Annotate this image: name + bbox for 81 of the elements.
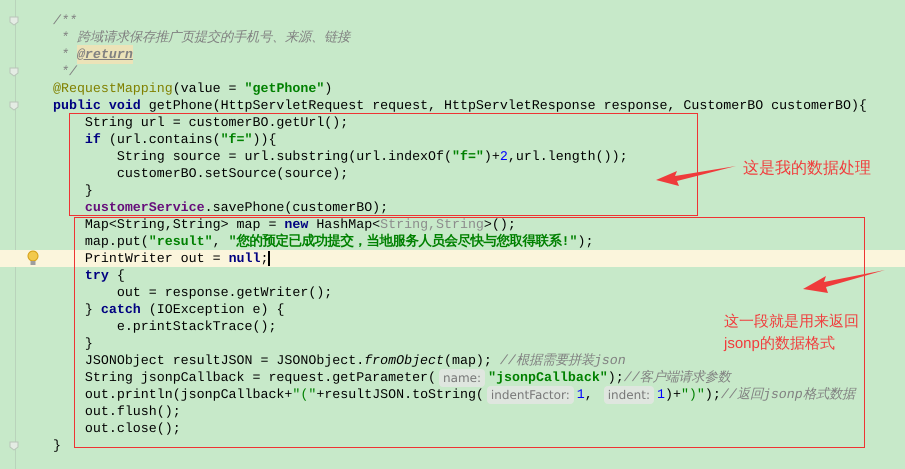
code-token: ; — [260, 250, 268, 268]
annotation-note: 这一段就是用来返回jsonp的数据格式 — [724, 312, 860, 354]
code-token: ,url.length()); — [508, 148, 628, 166]
code-token: } — [84, 334, 93, 353]
code-comment: */ — [60, 62, 77, 81]
code-token: getPhone(HttpServletRequest request, HttpServletResponse response, CustomerBO customerBO){ — [148, 96, 867, 115]
code-token: "您的预定已成功提交，当地服务人员会尽快与您取得联系!" — [228, 232, 578, 251]
code-token: e.printStackTrace(); — [116, 318, 276, 336]
code-token: 1 — [657, 386, 665, 404]
code-token: customerService — [84, 198, 205, 217]
code-token: PrintWriter out = — [84, 250, 222, 268]
code-token: ")" — [680, 386, 705, 404]
code-token: , — [212, 232, 222, 251]
fold-marker-icon[interactable] — [9, 67, 19, 77]
code-token: "getPhone" — [244, 80, 324, 98]
code-token: JSONObject resultJSON = JSONObject. — [84, 352, 364, 370]
annotation-note: 这是我的数据处理 — [743, 158, 871, 179]
parameter-hint: name: — [439, 368, 486, 386]
code-token: fromObject — [364, 352, 444, 370]
code-comment: /** — [53, 12, 77, 30]
code-comment: //返回 — [720, 386, 763, 404]
text-cursor — [268, 251, 270, 266]
code-token: "f=" — [452, 148, 484, 166]
code-token: } — [53, 436, 61, 455]
code-token: "result" — [148, 232, 213, 251]
code-token: "(" — [292, 386, 316, 404]
code-token: (map); — [444, 352, 493, 370]
code-token: (value = — [172, 80, 238, 98]
code-token: } — [84, 182, 93, 200]
code-token: ) — [324, 80, 332, 98]
code-token: String,String — [380, 216, 484, 234]
fold-marker-icon[interactable] — [9, 16, 19, 26]
code-token: .savePhone(customerBO); — [204, 198, 388, 217]
code-comment: //客户端请求参数 — [624, 368, 731, 387]
code-token: } — [84, 300, 94, 319]
code-token: try — [84, 266, 110, 285]
code-token: "jsonpCallback" — [488, 368, 608, 387]
code-comment: 格式数据 — [802, 386, 855, 404]
code-token: { — [116, 266, 125, 285]
parameter-hint: indentFactor: — [486, 386, 574, 404]
code-token: ); — [704, 386, 721, 404]
code-token: out = response.getWriter(); — [116, 284, 332, 302]
code-token: )+ — [664, 386, 681, 404]
code-token: String jsonpCallback = request.getParameter( — [84, 368, 436, 387]
code-token: )+ — [484, 148, 500, 166]
code-comment: json — [594, 352, 626, 370]
code-token: String source = url.substring(url.indexOf( — [116, 148, 452, 166]
code-token: catch — [100, 300, 142, 319]
code-token: map.put( — [84, 232, 149, 251]
code-token: @return — [76, 44, 133, 64]
parameter-hint: indent: — [604, 386, 654, 404]
code-token: out.flush(); — [84, 402, 181, 421]
code-comment: * — [60, 46, 70, 64]
code-token: (url.contains( — [108, 130, 221, 149]
code-comment: jsonp — [762, 386, 803, 404]
code-token: @RequestMapping — [53, 80, 173, 98]
code-comment: * 跨域请求保存推广页提交的手机号、来源、链接 — [60, 28, 350, 47]
code-token: +resultJSON.toString( — [316, 386, 484, 404]
code-token: ); — [578, 232, 594, 251]
code-token: , — [584, 386, 594, 404]
code-comment: //根据需要拼装 — [500, 352, 594, 370]
code-token: >(); — [484, 216, 516, 234]
fold-marker-icon[interactable] — [9, 101, 19, 111]
code-token: new — [284, 216, 310, 233]
code-token: "f=" — [220, 130, 252, 149]
code-token: 2 — [500, 148, 508, 166]
code-token: (IOException e) { — [148, 300, 284, 319]
code-token: ); — [608, 368, 624, 387]
code-token: HashMap< — [316, 216, 380, 233]
code-token: Map<String,String> map = — [84, 216, 278, 233]
fold-marker-icon[interactable] — [9, 441, 19, 451]
code-token: 1 — [576, 386, 585, 404]
code-token: out.close(); — [84, 420, 181, 438]
code-token: if — [84, 130, 102, 149]
code-token: )){ — [252, 130, 276, 149]
code-token: String url = customerBO.getUrl(); — [84, 114, 348, 132]
code-token: out.println(jsonpCallback+ — [84, 386, 292, 404]
code-token: public void — [53, 96, 142, 115]
code-token: customerBO.setSource(source); — [116, 164, 348, 183]
code-token: null — [228, 250, 260, 268]
lightbulb-icon[interactable] — [27, 250, 39, 266]
